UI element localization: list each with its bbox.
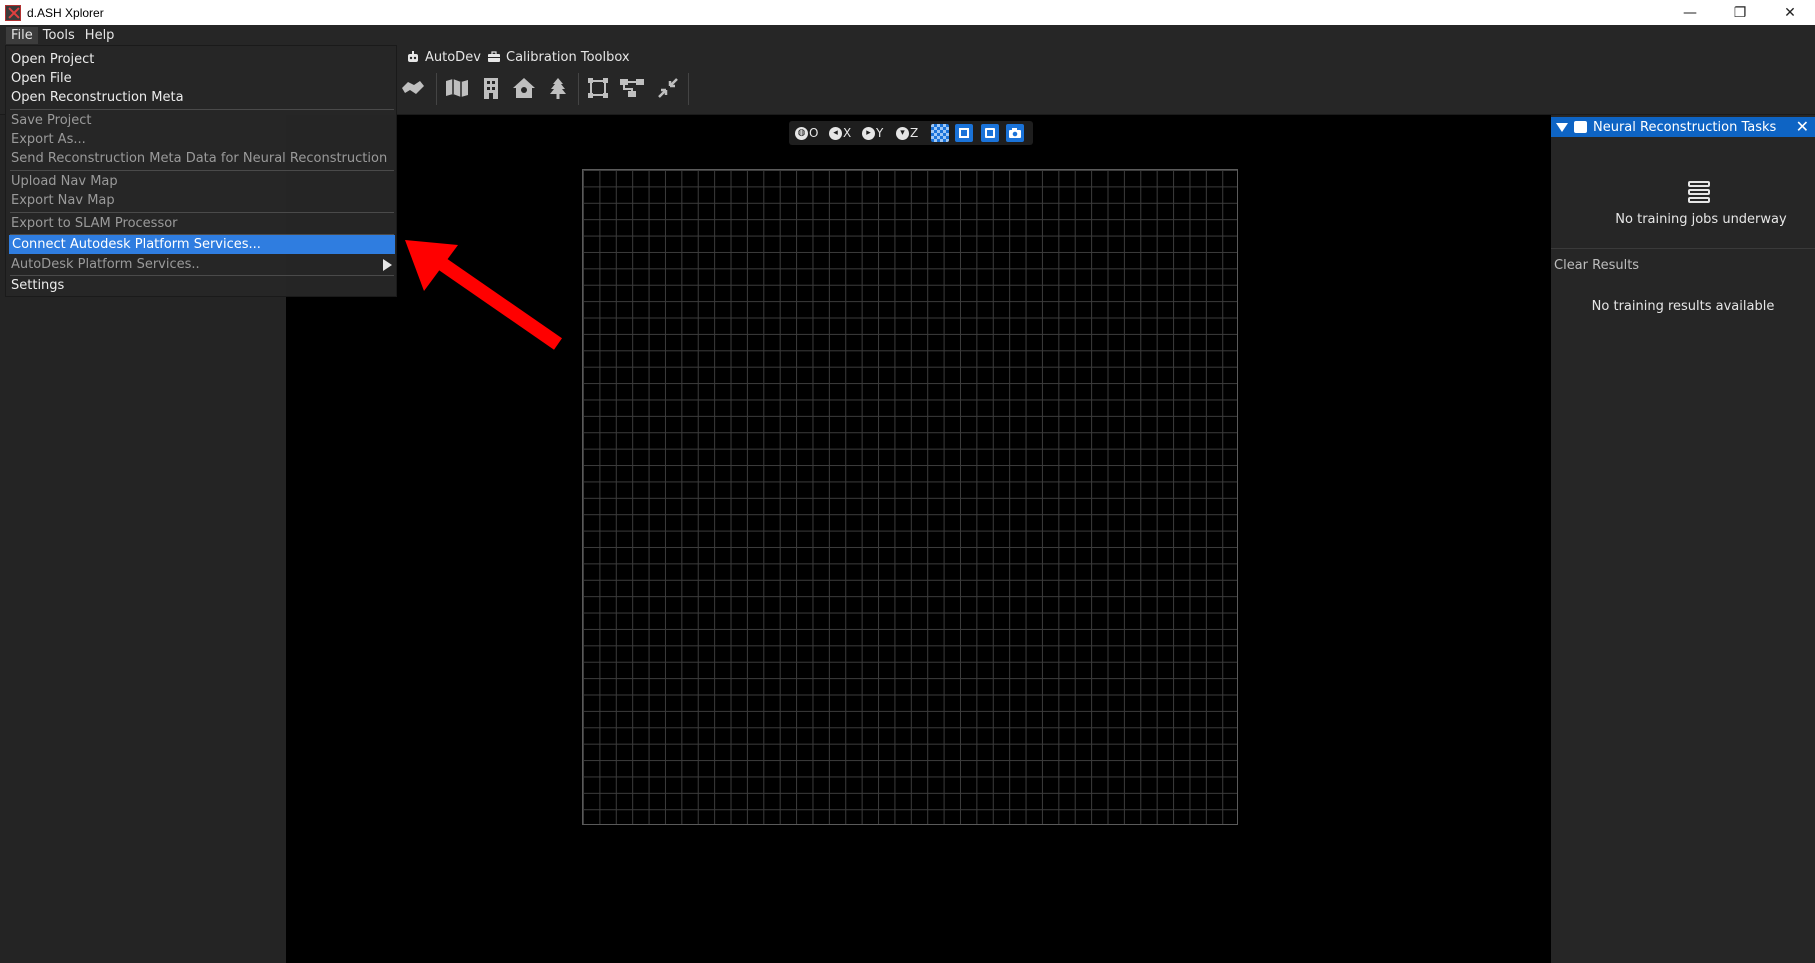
tab-autodev[interactable]: AutoDev	[406, 47, 481, 67]
menu-item-export-nav-map[interactable]: Export Nav Map	[6, 191, 398, 210]
reconstruction-tasks-icon	[1574, 121, 1587, 133]
tree-icon[interactable]	[545, 75, 571, 101]
toolbar-separator	[436, 73, 437, 105]
tab-calibration-toolbox[interactable]: Calibration Toolbox	[487, 47, 630, 67]
menu-item-open-project[interactable]: Open Project	[6, 50, 398, 69]
view-z-button[interactable]: ▾ Z	[896, 124, 918, 142]
toolbar-separator	[688, 73, 689, 105]
house-icon[interactable]	[511, 75, 537, 101]
tab-calibration-toolbox-label: Calibration Toolbox	[506, 49, 630, 65]
menu-item-upload-nav-map[interactable]: Upload Nav Map	[6, 172, 398, 191]
close-window-button[interactable]: ✕	[1765, 0, 1815, 25]
view-origin-button[interactable]: ◍ O	[795, 124, 818, 142]
compress-arrows-icon[interactable]	[655, 75, 681, 101]
view-origin-label: O	[809, 126, 819, 140]
file-menu-dropdown: Open Project Open File Open Reconstructi…	[5, 45, 397, 297]
menu-help[interactable]: Help	[80, 27, 120, 44]
menu-item-connect-autodesk-platform-services[interactable]: Connect Autodesk Platform Services...	[9, 235, 395, 254]
menu-item-send-reconstruction-meta[interactable]: Send Reconstruction Meta Data for Neural…	[6, 149, 398, 168]
collapse-triangle-icon[interactable]	[1556, 122, 1568, 132]
menu-file[interactable]: File	[6, 26, 38, 44]
menu-item-open-file[interactable]: Open File	[6, 69, 398, 88]
arrow-right-circle-icon: ▸	[862, 126, 875, 140]
title-bar: d.ASH Xplorer — ❐ ✕	[0, 0, 1815, 25]
checker-grid-toggle-icon[interactable]	[931, 124, 949, 142]
view-z-label: Z	[910, 126, 919, 140]
no-results-text: No training results available	[1591, 299, 1775, 314]
minimize-button[interactable]: —	[1665, 0, 1715, 25]
globe-icon: ◍	[795, 126, 808, 140]
view-x-label: X	[843, 126, 852, 140]
restore-button[interactable]: ❐	[1715, 0, 1765, 25]
panel-title: Neural Reconstruction Tasks	[1593, 119, 1777, 135]
building-icon[interactable]	[478, 75, 504, 101]
ground-grid	[582, 169, 1238, 825]
tab-autodev-label: AutoDev	[425, 49, 481, 65]
menu-separator	[10, 109, 394, 110]
arrow-left-circle-icon: ◂	[829, 126, 842, 140]
neural-reconstruction-panel: Neural Reconstruction Tasks ✕ No trainin…	[1551, 115, 1815, 963]
view-y-label: Y	[876, 126, 884, 140]
menu-item-save-project[interactable]: Save Project	[6, 111, 398, 130]
view-y-button[interactable]: ▸ Y	[862, 124, 883, 142]
map-icon[interactable]	[444, 75, 470, 101]
view-x-button[interactable]: ◂ X	[829, 124, 851, 142]
toolbox-icon	[488, 51, 500, 62]
menu-item-settings[interactable]: Settings	[6, 276, 398, 295]
submenu-label: AutoDesk Platform Services..	[11, 257, 200, 272]
menu-bar: File Tools Help	[0, 25, 1815, 45]
menu-tools[interactable]: Tools	[38, 27, 80, 44]
clear-results-button[interactable]: Clear Results	[1554, 258, 1639, 273]
menu-item-export-to-slam[interactable]: Export to SLAM Processor	[6, 214, 398, 233]
menu-separator	[10, 170, 394, 171]
window-title: d.ASH Xplorer	[27, 5, 104, 20]
no-jobs-text: No training jobs underway	[1615, 212, 1787, 227]
menu-separator	[10, 212, 394, 213]
layers-toggle-icon[interactable]	[955, 124, 973, 142]
robot-icon	[408, 51, 418, 62]
handshake-icon[interactable]	[400, 75, 426, 101]
menu-item-autodesk-platform-services-submenu[interactable]: AutoDesk Platform Services..	[6, 255, 398, 274]
viewport-toolbar: ◍ O ◂ X ▸ Y ▾ Z	[789, 121, 1033, 145]
panel-divider	[1551, 248, 1815, 249]
server-icon	[1688, 181, 1710, 203]
panel-header: Neural Reconstruction Tasks ✕	[1551, 117, 1815, 137]
frame-toggle-icon[interactable]	[981, 124, 999, 142]
camera-icon[interactable]	[1006, 124, 1024, 142]
app-logo-icon	[5, 4, 21, 21]
menu-item-export-as[interactable]: Export As...	[6, 130, 398, 149]
menu-item-open-reconstruction-meta[interactable]: Open Reconstruction Meta	[6, 88, 398, 107]
annotation-arrow-icon	[405, 240, 562, 350]
hierarchy-icon[interactable]	[619, 75, 645, 101]
toolbar-separator	[578, 73, 579, 105]
submenu-arrow-icon	[383, 258, 392, 271]
bounding-box-icon[interactable]	[585, 75, 611, 101]
close-panel-icon[interactable]: ✕	[1796, 117, 1809, 136]
arrow-down-circle-icon: ▾	[896, 126, 909, 140]
